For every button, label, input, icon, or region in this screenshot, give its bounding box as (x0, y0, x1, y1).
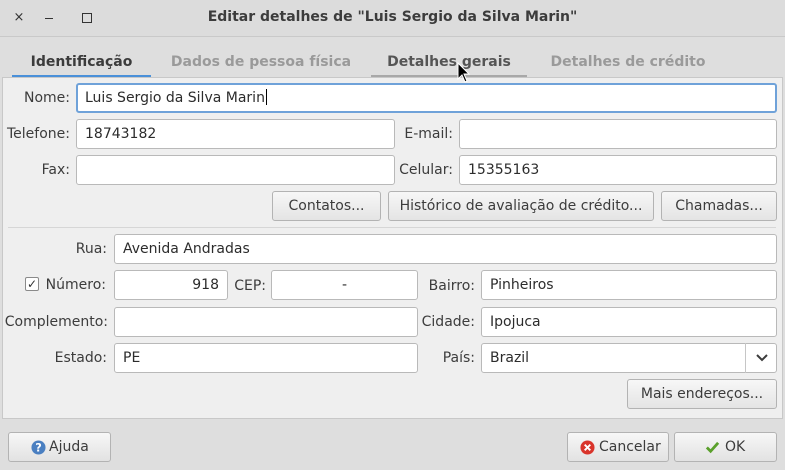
svg-text:?: ? (35, 442, 42, 455)
cep-field[interactable]: - (271, 270, 418, 300)
mais-enderecos-button[interactable]: Mais endereços... (627, 379, 777, 409)
bairro-label: Bairro: (428, 278, 475, 294)
ok-label: OK (725, 439, 746, 455)
celular-field[interactable]: 15355163 (459, 155, 777, 185)
fax-label: Fax: (41, 162, 70, 178)
rua-field[interactable]: Avenida Andradas (114, 234, 777, 264)
cidade-label: Cidade: (421, 314, 475, 330)
checkmark-icon (705, 441, 720, 454)
cancelar-label: Cancelar (599, 439, 661, 455)
title-bar: × Editar detalhes de "Luis Sergio da Sil… (0, 0, 785, 37)
ajuda-button[interactable]: ? Ajuda (8, 432, 111, 462)
numero-field[interactable]: 918 (114, 270, 228, 300)
chevron-down-icon[interactable] (745, 343, 777, 373)
ok-button[interactable]: OK (674, 432, 777, 462)
tab-identificacao[interactable]: Identificação (12, 48, 151, 78)
tab-detalhes-credito[interactable]: Detalhes de crédito (538, 48, 718, 78)
help-icon: ? (31, 440, 46, 455)
cep-label: CEP: (234, 278, 266, 294)
estado-field[interactable]: PE (114, 343, 418, 373)
section-divider (8, 227, 776, 228)
tab-detalhes-gerais[interactable]: Detalhes gerais (371, 48, 527, 78)
complemento-field[interactable] (114, 307, 418, 337)
tab-dados-pessoa-fisica[interactable]: Dados de pessoa física (162, 48, 360, 78)
nome-field[interactable]: Luis Sergio da Silva Marin (76, 83, 777, 113)
estado-label: Estado: (54, 350, 107, 366)
pais-select[interactable]: Brazil (481, 343, 777, 373)
nome-label: Nome: (23, 90, 70, 106)
numero-checkbox[interactable]: ✓ (25, 277, 39, 291)
numero-label: Número: (45, 277, 106, 293)
complemento-label: Complemento: (4, 314, 108, 330)
pais-label: País: (442, 350, 475, 366)
email-label: E-mail: (404, 126, 453, 142)
chamadas-button[interactable]: Chamadas... (661, 191, 777, 221)
cidade-field[interactable]: Ipojuca (481, 307, 777, 337)
cancelar-button[interactable]: Cancelar (567, 432, 669, 462)
tab-bar: Identificação Dados de pessoa física Det… (12, 48, 776, 78)
historico-credito-button[interactable]: Histórico de avaliação de crédito... (388, 191, 654, 221)
bairro-field[interactable]: Pinheiros (481, 270, 777, 300)
text-cursor (265, 89, 267, 105)
telefone-field[interactable]: 18743182 (76, 119, 395, 149)
telefone-label: Telefone: (7, 126, 70, 142)
rua-label: Rua: (75, 241, 107, 257)
mouse-pointer-icon (457, 62, 471, 83)
fax-field[interactable] (76, 155, 395, 185)
nome-value: Luis Sergio da Silva Marin (85, 90, 265, 106)
contatos-button[interactable]: Contatos... (272, 191, 381, 221)
cancel-icon (580, 440, 595, 455)
ajuda-label: Ajuda (49, 439, 89, 455)
email-field[interactable] (459, 119, 777, 149)
celular-label: Celular: (399, 162, 453, 178)
window-title: Editar detalhes de "Luis Sergio da Silva… (207, 9, 578, 25)
